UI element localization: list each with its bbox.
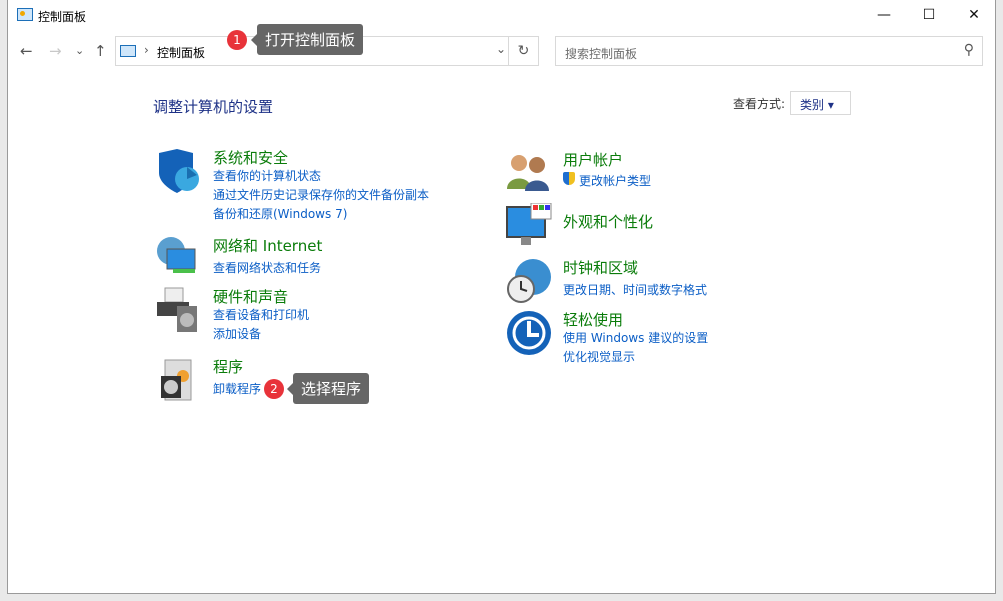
control-panel-icon [120,45,136,57]
link-file-history[interactable]: 通过文件历史记录保存你的文件备份副本 [213,186,429,203]
link-change-date-time[interactable]: 更改日期、时间或数字格式 [563,281,707,298]
printer-icon [155,286,203,334]
link-change-account-type[interactable]: 更改帐户类型 [579,172,651,189]
link-recommended-settings[interactable]: 使用 Windows 建议的设置 [563,329,708,346]
link-add-device[interactable]: 添加设备 [213,325,261,342]
forward-button[interactable]: → [49,38,62,64]
annotation-tooltip-2: 选择程序 [293,373,369,404]
appearance-icon [505,203,553,251]
control-panel-window: 控制面板 — ☐ ✕ ← → ⌄ ↑ › 控制面板 ⌄ ↻ 搜索控制面板 ⚲ 调… [7,0,996,594]
close-button[interactable]: ✕ [954,4,994,26]
maximize-button[interactable]: ☐ [909,4,949,26]
title-bar: 控制面板 — ☐ ✕ [8,0,995,30]
search-placeholder: 搜索控制面板 [565,45,637,62]
window-title: 控制面板 [38,8,86,25]
category-title[interactable]: 程序 [213,356,243,377]
link-backup-restore[interactable]: 备份和还原(Windows 7) [213,205,347,222]
network-icon [155,235,203,283]
view-by-dropdown[interactable]: 类别 ▾ [790,91,851,115]
minimize-button[interactable]: — [864,4,904,26]
category-title[interactable]: 外观和个性化 [563,211,653,232]
link-network-status[interactable]: 查看网络状态和任务 [213,259,321,276]
up-button[interactable]: ↑ [94,38,107,64]
link-view-status[interactable]: 查看你的计算机状态 [213,167,321,184]
link-uninstall-program[interactable]: 卸载程序 [213,380,261,397]
refresh-button[interactable]: ↻ [508,37,538,65]
category-title[interactable]: 系统和安全 [213,147,288,168]
category-title[interactable]: 网络和 Internet [213,235,322,256]
category-title[interactable]: 硬件和声音 [213,286,288,307]
search-input[interactable]: 搜索控制面板 ⚲ [555,36,983,66]
link-optimize-display[interactable]: 优化视觉显示 [563,348,635,365]
uac-shield-icon [563,172,575,185]
search-icon[interactable]: ⚲ [964,42,974,58]
back-button[interactable]: ← [20,38,33,64]
annotation-badge-2: 2 [264,379,284,399]
control-panel-icon [17,8,33,21]
recent-locations-button[interactable]: ⌄ [75,38,84,64]
programs-icon [155,356,203,404]
page-title: 调整计算机的设置 [153,96,273,117]
annotation-badge-1: 1 [227,30,247,50]
breadcrumb-control-panel[interactable]: 控制面板 [157,44,205,61]
ease-of-access-icon [505,309,553,357]
view-by-label: 查看方式: [733,95,785,112]
annotation-tooltip-1: 打开控制面板 [257,24,363,55]
chevron-down-icon[interactable]: ⌄ [496,42,506,56]
link-devices-printers[interactable]: 查看设备和打印机 [213,306,309,323]
category-title[interactable]: 轻松使用 [563,309,623,330]
shield-icon [155,147,203,195]
category-title[interactable]: 用户帐户 [563,149,623,170]
clock-globe-icon [505,257,553,305]
chevron-right-icon: › [144,43,149,57]
category-title[interactable]: 时钟和区域 [563,257,638,278]
users-icon [505,149,553,197]
